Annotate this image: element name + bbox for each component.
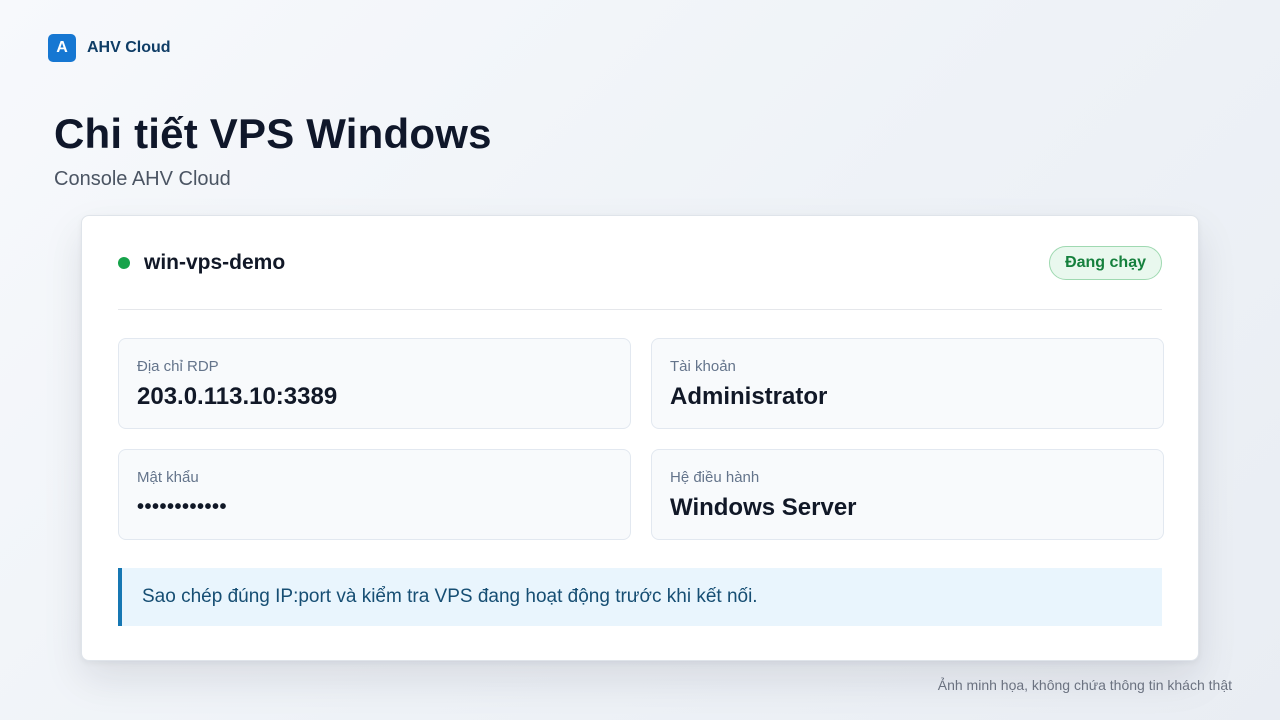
vps-name-group: win-vps-demo: [118, 251, 285, 275]
field-label: Mật khẩu: [137, 469, 199, 486]
page-subtitle: Console AHV Cloud: [54, 168, 231, 190]
field-label: Tài khoản: [670, 358, 736, 375]
details-grid: Địa chỉ RDP 203.0.113.10:3389 Tài khoản …: [118, 338, 1164, 540]
field-label: Địa chỉ RDP: [137, 358, 219, 375]
rdp-address-value[interactable]: 203.0.113.10:3389: [137, 383, 612, 411]
card-header: win-vps-demo Đang chạy: [118, 216, 1162, 310]
status-dot-icon: [118, 257, 130, 269]
vps-detail-card: win-vps-demo Đang chạy Địa chỉ RDP 203.0…: [81, 215, 1199, 661]
field-password: Mật khẩu ••••••••••••: [118, 449, 631, 540]
brand-name: AHV Cloud: [87, 39, 171, 56]
info-notice: Sao chép đúng IP:port và kiểm tra VPS đa…: [118, 568, 1162, 626]
brand[interactable]: A AHV Cloud: [48, 34, 171, 62]
account-value[interactable]: Administrator: [670, 383, 1145, 411]
password-value[interactable]: ••••••••••••: [137, 496, 612, 519]
footnote: Ảnh minh họa, không chứa thông tin khách…: [937, 677, 1232, 693]
status-badge: Đang chạy: [1049, 246, 1162, 280]
field-account: Tài khoản Administrator: [651, 338, 1164, 429]
field-rdp-address: Địa chỉ RDP 203.0.113.10:3389: [118, 338, 631, 429]
field-os: Hệ điều hành Windows Server: [651, 449, 1164, 540]
os-value: Windows Server: [670, 494, 857, 521]
brand-logo: A: [48, 34, 76, 62]
page-title: Chi tiết VPS Windows: [54, 110, 492, 157]
field-label: Hệ điều hành: [670, 469, 760, 486]
vps-name: win-vps-demo: [144, 251, 286, 274]
